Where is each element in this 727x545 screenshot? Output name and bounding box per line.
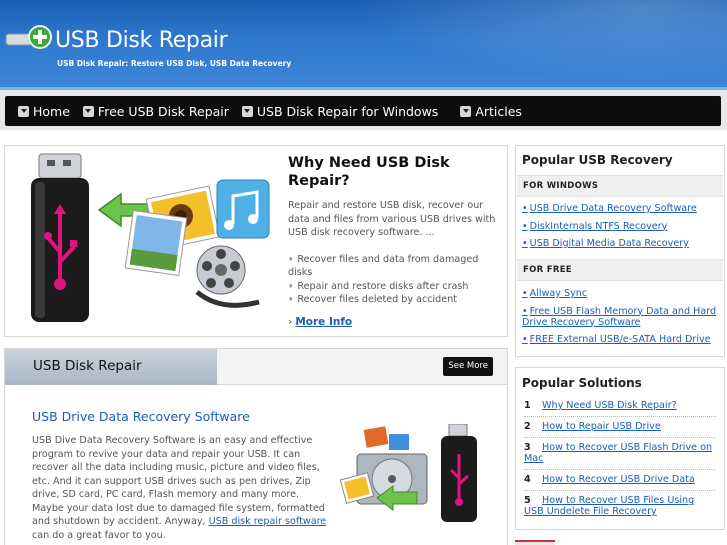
nav-item-label: Free USB Disk Repair (97, 103, 229, 119)
list-item: Recover files deleted by accident (288, 293, 498, 306)
section-tab-bar: USB Disk Repair See More (5, 349, 507, 385)
article-body: USB Dive Data Recovery Software is an ea… (32, 434, 330, 542)
nav-item-home[interactable]: Home (5, 96, 70, 126)
data-recovery-illustration (339, 424, 477, 522)
main-nav: Home Free USB Disk Repair USB Disk Repai… (5, 96, 721, 126)
usb-disk-repair-section: USB Disk Repair See More USB Drive Data … (4, 348, 508, 545)
list-item[interactable]: 3 How to Recover USB Flash Drive on Mac (524, 438, 716, 470)
more-info-link[interactable]: › More Info (288, 316, 352, 328)
solution-link[interactable]: How to Repair USB Drive (542, 421, 661, 432)
hero-feature-list: Recover files and data from damaged disk… (288, 253, 498, 307)
list-item: Repair and restore disks after crash (288, 280, 498, 293)
nav-item-label: USB Disk Repair for Windows (256, 103, 439, 119)
nav-item-label: Articles (475, 103, 522, 119)
list-item: Recover files and data from damaged disk… (288, 253, 498, 280)
article-text: USB Dive Data Recovery Software is an ea… (32, 435, 325, 527)
arrow-right-icon: › (288, 316, 293, 328)
item-number: 3 (524, 442, 531, 453)
nav-item-usb-disk-repair-windows[interactable]: USB Disk Repair for Windows (229, 96, 438, 126)
free-links: • Allway Sync • Free USB Flash Memory Data… (522, 288, 718, 352)
section-heading-free: FOR FREE (517, 259, 723, 281)
windows-links: • USB Drive Data Recovery Software • DiskI… (522, 203, 718, 256)
bullet-icon: • (522, 334, 528, 345)
widget-title: Popular Solutions (522, 376, 642, 390)
list-item[interactable]: 4 How to Recover USB Drive Data (524, 470, 716, 491)
sidebar-link-label: USB Digital Media Data Recovery (529, 238, 689, 249)
usb-drive-illustration (31, 153, 270, 322)
sidebar-link[interactable]: • FREE External USB/e-SATA Hard Drive (522, 334, 718, 345)
sidebar-link-label: USB Drive Data Recovery Software (529, 203, 697, 214)
list-item[interactable]: 1 Why Need USB Disk Repair? (524, 396, 716, 417)
solutions-list: 1 Why Need USB Disk Repair? 2 How to Repai… (524, 396, 716, 522)
article-text-tail: can do a great favor to you. (32, 529, 166, 541)
chevron-down-icon (460, 105, 472, 117)
more-info-label: More Info (295, 316, 353, 328)
article-title-link[interactable]: USB Drive Data Recovery Software (32, 409, 250, 424)
sidebar-link[interactable]: • Free USB Flash Memory Data and Hard Dri… (522, 306, 718, 328)
hero-description: Repair and restore USB disk, recover our… (288, 200, 496, 239)
sidebar-link[interactable]: • DiskInternals NTFS Recovery (522, 221, 718, 232)
hero-panel: Why Need USB Disk Repair? Repair and res… (4, 145, 508, 337)
chevron-down-icon (241, 105, 253, 117)
sidebar-link-label: DiskInternals NTFS Recovery (529, 220, 668, 232)
nav-item-free-usb-disk-repair[interactable]: Free USB Disk Repair (70, 96, 229, 126)
sidebar-link[interactable]: • USB Drive Data Recovery Software (522, 203, 718, 214)
nav-item-label: Home (33, 103, 70, 119)
next-widget-edge (515, 540, 555, 545)
list-item[interactable]: 5 How to Recover USB Files Using USB Unde… (524, 491, 716, 522)
header-glow (307, 0, 727, 90)
bullet-icon: • (522, 220, 528, 232)
hero-title: Why Need USB Disk Repair? (288, 155, 450, 189)
sidebar-link-label: FREE External USB/e-SATA Hard Drive (529, 334, 711, 345)
solution-link[interactable]: Why Need USB Disk Repair? (542, 400, 677, 411)
tab-label: USB Disk Repair (33, 358, 142, 374)
nav-bar-wrapper: Home Free USB Disk Repair USB Disk Repai… (0, 90, 727, 130)
popular-usb-recovery-widget: Popular USB Recovery FOR WINDOWS • USB Dr… (515, 145, 725, 357)
bullet-icon: • (522, 203, 528, 214)
widget-title: Popular USB Recovery (522, 153, 673, 167)
item-number: 1 (524, 400, 531, 411)
tab-usb-disk-repair[interactable]: USB Disk Repair (5, 349, 217, 385)
chevron-down-icon (82, 105, 94, 117)
solution-link[interactable]: How to Recover USB Files Using USB Undel… (524, 495, 694, 517)
site-tagline: USB Disk Repair: Restore USB Disk, USB D… (57, 59, 292, 68)
solution-link[interactable]: How to Recover USB Flash Drive on Mac (524, 442, 712, 464)
popular-solutions-widget: Popular Solutions 1 Why Need USB Disk Rep… (515, 367, 725, 530)
chevron-down-icon (18, 105, 29, 117)
usb-logo-icon[interactable] (4, 22, 52, 52)
item-number: 4 (524, 474, 531, 485)
sidebar-link[interactable]: • USB Digital Media Data Recovery (522, 238, 718, 249)
see-more-button[interactable]: See More (443, 357, 493, 376)
bullet-icon: • (522, 288, 528, 299)
item-number: 5 (524, 495, 531, 506)
bullet-icon: • (522, 238, 528, 249)
site-title[interactable]: USB Disk Repair (55, 28, 228, 53)
nav-item-articles[interactable]: Articles (438, 96, 522, 126)
sidebar-link-label: Free USB Flash Memory Data and Hard Driv… (522, 305, 717, 328)
sidebar-link[interactable]: • Allway Sync (522, 288, 718, 299)
section-heading-windows: FOR WINDOWS (517, 175, 723, 197)
item-number: 2 (524, 421, 531, 432)
sidebar-link-label: Allway Sync (529, 288, 588, 299)
site-header: USB Disk Repair USB Disk Repair: Restore… (0, 0, 727, 90)
usb-disk-repair-software-link[interactable]: USB disk repair software (209, 516, 327, 527)
bullet-icon: • (522, 305, 528, 317)
list-item[interactable]: 2 How to Repair USB Drive (524, 417, 716, 438)
solution-link[interactable]: How to Recover USB Drive Data (542, 474, 695, 485)
